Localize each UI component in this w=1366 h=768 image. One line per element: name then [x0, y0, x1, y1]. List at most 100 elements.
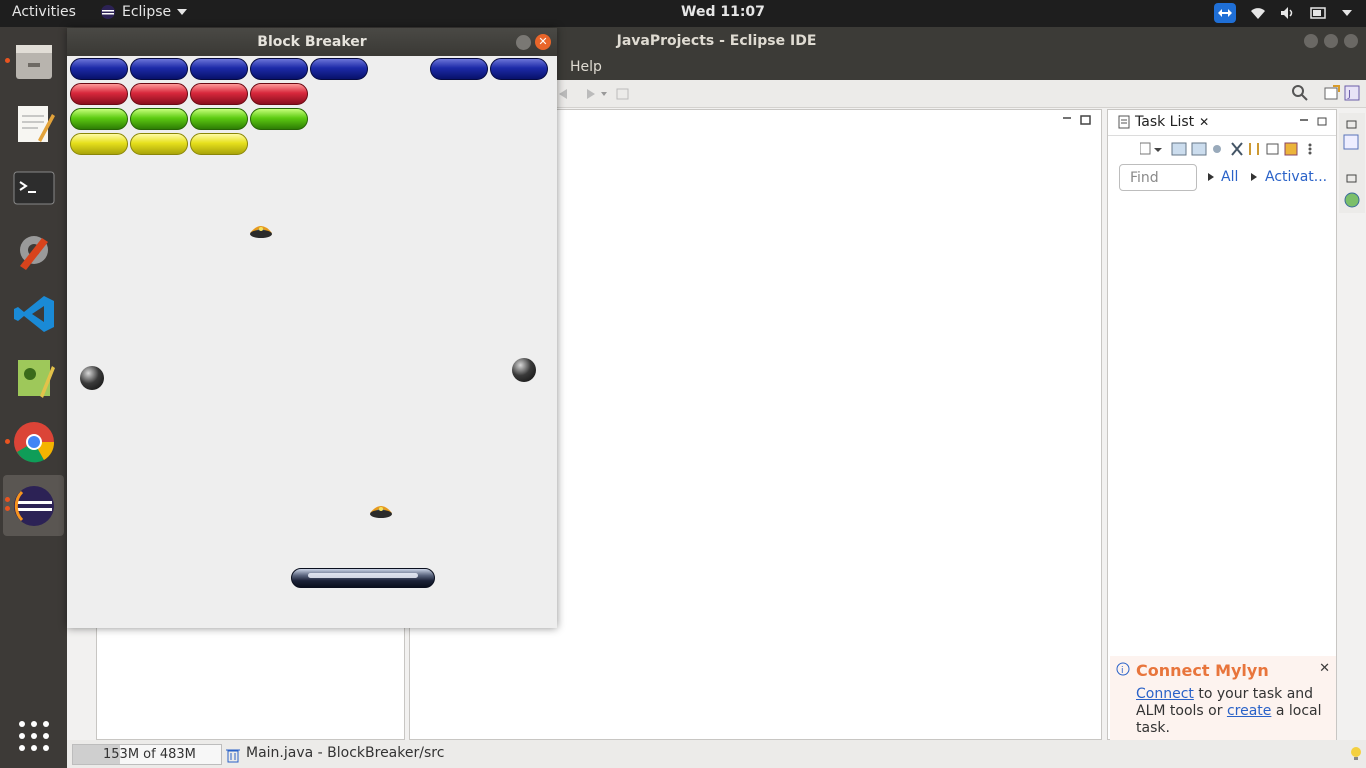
close-button[interactable]: ✕ — [535, 34, 551, 50]
paddle-shine — [308, 573, 418, 578]
image-editor-launcher[interactable] — [3, 347, 64, 408]
volume-icon[interactable] — [1280, 6, 1296, 20]
block-breaker-window[interactable]: Block Breaker ✕ — [67, 28, 557, 628]
brick-green — [190, 108, 248, 130]
info-icon: i — [1116, 662, 1130, 676]
activities-button[interactable]: Activities — [12, 4, 76, 20]
image-editor-icon — [17, 359, 55, 398]
minimize-button[interactable] — [516, 35, 531, 50]
paddle[interactable] — [291, 568, 435, 588]
status-bar: 153M of 483M Main.java - BlockBreaker/sr… — [67, 740, 1366, 768]
task-list-tab-label: Task List — [1135, 114, 1195, 130]
game-field[interactable] — [67, 56, 557, 628]
brick-red — [130, 83, 188, 105]
close-icon[interactable]: ✕ — [1319, 661, 1330, 676]
brick-red — [190, 83, 248, 105]
terminal-icon — [13, 171, 54, 204]
settings-launcher[interactable] — [3, 219, 64, 280]
settings-icon — [19, 235, 48, 270]
heap-status[interactable]: 153M of 483M — [72, 744, 222, 765]
eclipse-window-title: JavaProjects - Eclipse IDE — [616, 33, 817, 49]
find-input[interactable]: Find — [1119, 164, 1197, 191]
ball — [512, 358, 536, 382]
outline-pane — [96, 624, 405, 740]
text-editor-launcher[interactable] — [3, 93, 64, 154]
heap-status-text: 153M of 483M — [103, 747, 196, 762]
brick-yellow — [70, 133, 128, 155]
system-tray[interactable] — [1214, 3, 1352, 23]
activate-link[interactable]: Activat... — [1265, 169, 1327, 185]
chrome-launcher[interactable] — [3, 411, 64, 472]
brick-blue — [130, 58, 188, 80]
menu-help[interactable]: Help — [570, 59, 602, 75]
wifi-icon[interactable] — [1250, 6, 1266, 20]
block-breaker-title: Block Breaker — [257, 34, 367, 50]
caret-right-icon — [1208, 173, 1214, 181]
mylyn-title: Connect Mylyn — [1136, 661, 1269, 680]
brick-green — [130, 108, 188, 130]
navigation-arrows-icon[interactable] — [557, 86, 637, 102]
show-applications-button[interactable] — [3, 705, 64, 766]
brick-blue — [70, 58, 128, 80]
trim-stack-icons[interactable] — [1339, 113, 1365, 213]
brick-blue — [430, 58, 488, 80]
search-icon[interactable] — [1291, 84, 1309, 102]
java-perspective-icon[interactable]: J — [1343, 84, 1361, 102]
lightbulb-icon[interactable] — [1350, 746, 1362, 762]
task-list-minmax-icon[interactable] — [1298, 116, 1330, 128]
brick-green — [250, 108, 308, 130]
caret-right-icon — [1251, 173, 1257, 181]
eclipse-window-controls — [1304, 34, 1358, 48]
status-file-path: Main.java - BlockBreaker/src — [246, 745, 445, 761]
clock[interactable]: Wed 11:07 — [681, 4, 765, 20]
app-menu[interactable]: Eclipse — [100, 4, 188, 20]
task-list-icon — [1118, 115, 1130, 129]
trim-stack — [1339, 113, 1365, 213]
maximize-button[interactable] — [1324, 34, 1338, 48]
minimize-button[interactable] — [1304, 34, 1318, 48]
system-menu-chevron-icon[interactable] — [1342, 10, 1352, 16]
task-list-toolbar-icons[interactable] — [1140, 140, 1330, 158]
text-editor-icon — [17, 105, 55, 142]
create-link[interactable]: create — [1227, 703, 1271, 719]
tab-task-list[interactable]: Task List ✕ — [1112, 112, 1216, 132]
brick-blue — [310, 58, 368, 80]
brick-red — [250, 83, 308, 105]
brick-yellow — [190, 133, 248, 155]
block-breaker-title-bar[interactable]: Block Breaker ✕ — [67, 28, 557, 56]
terminal-launcher[interactable] — [3, 157, 64, 218]
chevron-down-icon — [177, 9, 188, 15]
close-tab-icon[interactable]: ✕ — [1199, 115, 1209, 129]
gnome-top-bar: Activities Eclipse Wed 11:07 — [0, 0, 1366, 27]
brick-blue — [250, 58, 308, 80]
brick-green — [70, 108, 128, 130]
close-button[interactable] — [1344, 34, 1358, 48]
powerup-capsule-icon — [370, 506, 392, 518]
task-list-header: Task List ✕ — [1108, 110, 1336, 136]
connect-link[interactable]: Connect — [1136, 686, 1194, 702]
vscode-launcher[interactable] — [3, 283, 64, 344]
eclipse-launcher[interactable] — [3, 475, 64, 536]
battery-icon[interactable] — [1310, 6, 1328, 20]
editor-minmax-icon[interactable] — [1061, 114, 1093, 126]
mylyn-body: Connect to your task and ALM tools or cr… — [1136, 686, 1326, 737]
files-launcher[interactable] — [3, 30, 64, 91]
dock — [0, 27, 67, 768]
brick-yellow — [130, 133, 188, 155]
trash-icon[interactable] — [226, 747, 240, 763]
powerup-capsule-icon — [250, 226, 272, 238]
running-indicator — [5, 439, 10, 444]
running-indicator — [5, 506, 10, 511]
chrome-icon — [13, 421, 54, 462]
open-perspective-icon[interactable] — [1323, 84, 1341, 102]
brick-red — [70, 83, 128, 105]
all-tasks-link[interactable]: All — [1221, 169, 1238, 185]
running-indicator — [5, 497, 10, 502]
eclipse-app-icon — [101, 5, 115, 19]
brick-blue — [190, 58, 248, 80]
vscode-icon — [13, 295, 54, 332]
running-indicator — [5, 58, 10, 63]
teamviewer-icon[interactable] — [1214, 3, 1236, 23]
svg-text:J: J — [1347, 89, 1351, 100]
connect-mylyn-panel: i Connect Mylyn ✕ Connect to your task a… — [1110, 656, 1336, 742]
